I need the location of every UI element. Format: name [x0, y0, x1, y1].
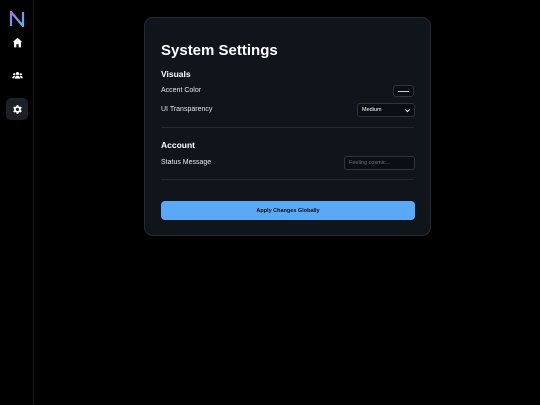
- settings-panel: System Settings Visuals Accent Color UI …: [144, 17, 431, 236]
- color-swatch-indicator: [398, 90, 409, 92]
- accent-color-picker[interactable]: [393, 85, 414, 97]
- ui-transparency-select[interactable]: Medium: [357, 103, 415, 117]
- ui-transparency-value: Medium: [362, 107, 382, 113]
- chevron-down-icon: [405, 109, 410, 113]
- accent-color-label: Accent Color: [161, 87, 202, 94]
- nav-home-button[interactable]: [6, 31, 28, 53]
- ui-transparency-label: UI Transparency: [161, 106, 213, 113]
- status-message-placeholder: Feeling cosmic...: [349, 160, 391, 166]
- nav-settings-button[interactable]: [6, 98, 28, 120]
- apply-changes-button[interactable]: Apply Changes Globally: [161, 201, 415, 220]
- status-message-input[interactable]: Feeling cosmic...: [344, 156, 415, 170]
- nav-users-button[interactable]: [6, 64, 28, 86]
- page-title: System Settings: [161, 42, 278, 59]
- section-divider: [161, 127, 414, 128]
- home-icon: [12, 37, 22, 47]
- section-divider: [161, 179, 414, 180]
- account-section-heading: Account: [161, 140, 195, 150]
- sidebar: [0, 0, 34, 405]
- n-logo-icon[interactable]: [9, 10, 25, 28]
- status-message-label: Status Message: [161, 159, 212, 166]
- visuals-section-heading: Visuals: [161, 69, 191, 79]
- gear-icon: [12, 104, 22, 114]
- users-icon: [11, 71, 23, 79]
